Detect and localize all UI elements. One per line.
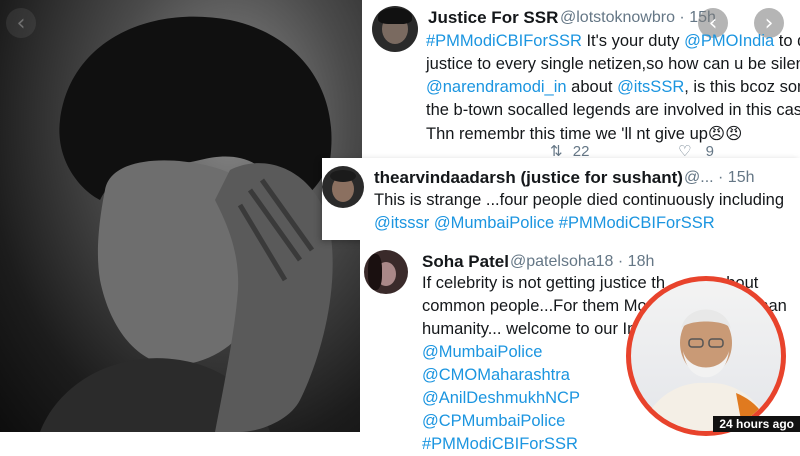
person-silhouette — [40, 16, 333, 432]
tweet-author-name[interactable]: Soha Patel — [422, 252, 509, 272]
tweet-author-name[interactable]: thearvindaadarsh (justice for sushant) — [374, 168, 683, 188]
angry-emoji-icon: 😠😠 — [707, 124, 743, 143]
avatar — [372, 6, 418, 52]
chevron-left-icon: ‹ — [16, 10, 26, 36]
tweet-author-handle[interactable]: @patelsoha18 — [510, 253, 613, 270]
background-photo: ‹ — [0, 0, 370, 432]
mention-link[interactable]: @itsssr @MumbaiPolice #PMModiCBIForSSR — [374, 212, 784, 235]
mention-link[interactable]: @itsSSR — [617, 78, 684, 96]
mention-link[interactable]: @narendramodi_in — [426, 78, 567, 96]
hashtag-link[interactable]: #PMModiCBIForSSR — [426, 32, 582, 50]
dot-separator: · — [679, 9, 690, 26]
tweet-card-2[interactable]: thearvindaadarsh (justice for sushant) @… — [322, 158, 800, 240]
tweet-time[interactable]: 18h — [628, 253, 655, 270]
nav-prev-left-button[interactable]: ‹ — [6, 8, 36, 38]
tweet-author-handle[interactable]: @lotstoknowbro — [560, 9, 675, 26]
portrait-illustration — [641, 309, 771, 431]
tweet-body: This is strange ...four people died cont… — [374, 189, 784, 235]
avatar — [322, 166, 364, 208]
timestamp-overlay: 24 hours ago — [713, 416, 800, 432]
tweet-author-handle[interactable]: @... · 15h — [684, 169, 755, 187]
tweet-card-1[interactable]: Justice For SSR @lotstoknowbro · 15h ‹ ›… — [362, 0, 800, 160]
mention-link[interactable]: @PMOIndia — [684, 32, 774, 50]
hashtag-link[interactable]: #PMModiCBIForSSR — [422, 433, 800, 456]
avatar — [364, 250, 408, 294]
tweet-body: #PMModiCBIForSSR It's your duty @PMOIndi… — [426, 32, 800, 143]
dot-separator: · — [617, 253, 628, 270]
tweet-author-name[interactable]: Justice For SSR — [428, 8, 558, 28]
portrait-inset — [626, 276, 786, 436]
